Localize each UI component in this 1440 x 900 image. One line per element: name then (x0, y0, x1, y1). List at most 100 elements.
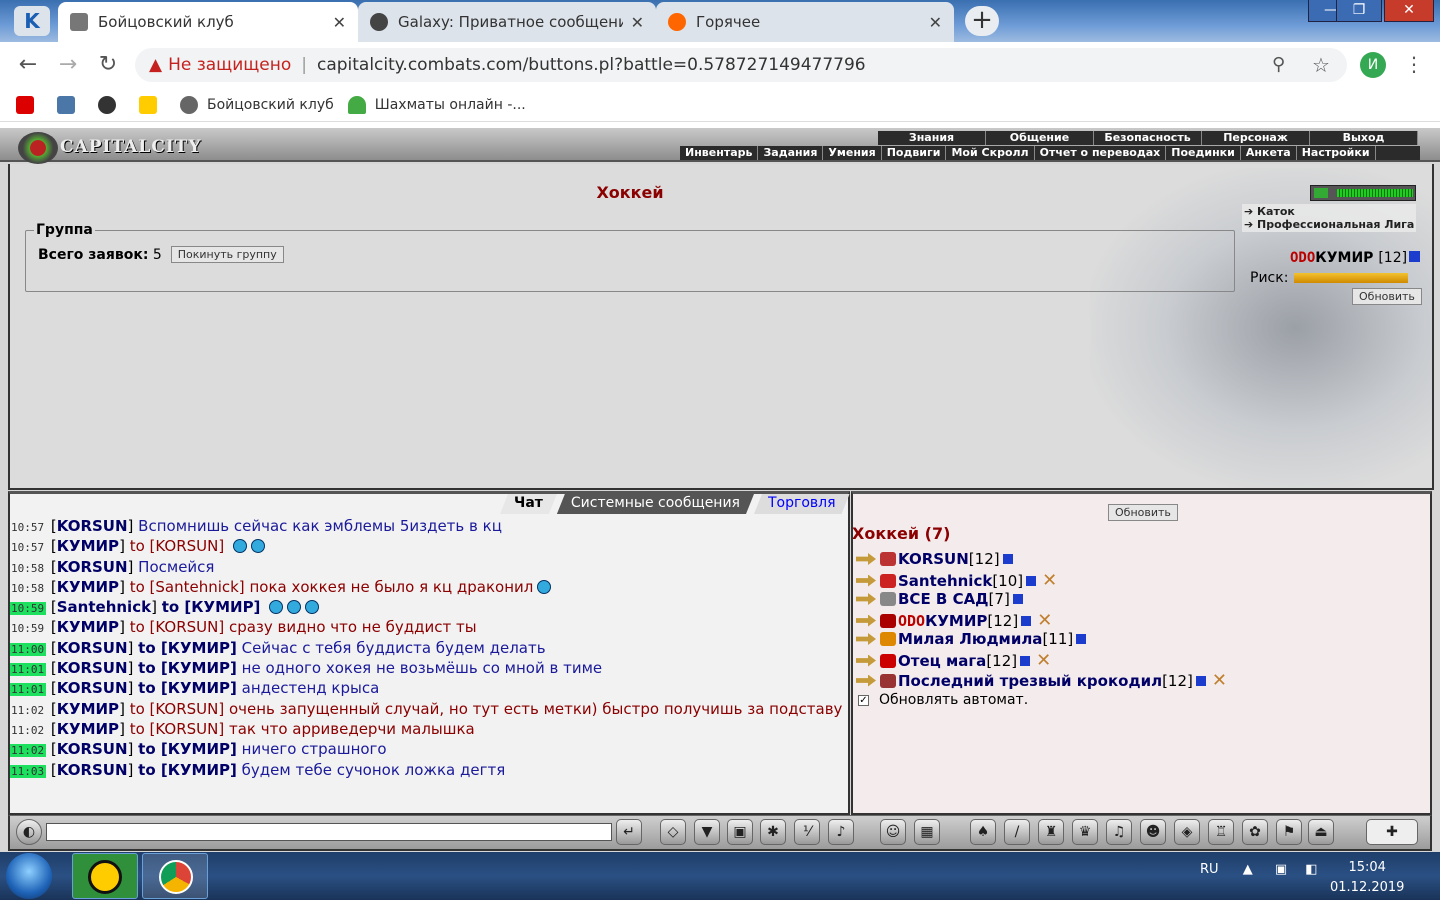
message-recipient[interactable]: to [KORSUN] (130, 700, 225, 718)
message-time[interactable]: 10:57 (10, 541, 46, 554)
message-time[interactable]: 11:00 (10, 642, 47, 656)
message-author[interactable]: KORSUN (57, 740, 128, 758)
message-time[interactable]: 10:57 (10, 521, 46, 534)
info-icon[interactable] (1195, 675, 1206, 686)
invite-arrow-icon[interactable] (856, 574, 876, 587)
message-recipient[interactable]: to [КУМИР] (138, 639, 237, 657)
checkbox-icon[interactable]: ✓ (858, 694, 869, 706)
remove-icon[interactable]: ✕ (1036, 650, 1051, 671)
message-time[interactable]: 11:02 (10, 724, 46, 737)
chat-input[interactable] (46, 823, 612, 841)
address-bar[interactable]: ▲ Не защищено | capitalcity.combats.com/… (135, 48, 1347, 82)
info-icon[interactable] (1409, 251, 1421, 262)
menu-icon[interactable]: ⋮ (1404, 52, 1424, 76)
tab-hot[interactable]: Горячее ✕ (656, 2, 954, 42)
player-name[interactable]: КУМИР (925, 612, 987, 630)
players-refresh-button[interactable]: Обновить (1108, 504, 1178, 521)
puzzle-icon[interactable]: ✚ (1366, 819, 1418, 845)
message-author[interactable]: KORSUN (57, 639, 128, 657)
tab-galaxy[interactable]: Galaxy: Приватное сообщение ✕ (358, 2, 656, 42)
stats-icon[interactable]: ▦ (914, 819, 940, 845)
invite-arrow-icon[interactable] (856, 633, 876, 645)
message-recipient[interactable]: to [Santehnick] (130, 578, 245, 596)
bookmark-rocket[interactable] (98, 95, 125, 114)
forward-icon[interactable]: → (55, 52, 81, 78)
hat-icon[interactable]: ♠ (970, 819, 996, 845)
auto-refresh-checkbox[interactable]: ✓ Обновлять автомат. (858, 692, 1028, 708)
menu-item[interactable]: Безопасность (1094, 131, 1202, 145)
tab-fight-club[interactable]: Бойцовский клуб ✕ (58, 2, 358, 42)
submenu-item[interactable]: Настройки (1297, 146, 1376, 160)
message-time[interactable]: 10:59 (10, 622, 46, 635)
close-icon[interactable]: ✕ (929, 13, 942, 32)
save-icon[interactable]: ▣ (727, 819, 753, 845)
message-author[interactable]: КУМИР (57, 537, 119, 555)
message-recipient[interactable]: to [КУМИР] (138, 679, 237, 697)
message-recipient[interactable]: to [КУМИР] (138, 740, 237, 758)
message-time[interactable]: 10:58 (10, 562, 46, 575)
sword-icon[interactable]: / (1004, 819, 1030, 845)
info-icon[interactable] (1002, 554, 1013, 564)
invite-arrow-icon[interactable] (856, 593, 876, 605)
message-recipient[interactable]: to [КУМИР] (138, 761, 237, 779)
info-icon[interactable] (1020, 655, 1031, 666)
submenu-item[interactable]: Подвиги (882, 146, 947, 160)
window-close-button[interactable]: ✕ (1384, 0, 1434, 22)
message-author[interactable]: KORSUN (57, 679, 128, 697)
player-name[interactable]: Последний трезвый крокодил (898, 672, 1162, 690)
info-icon[interactable] (1076, 634, 1087, 644)
invite-arrow-icon[interactable] (856, 654, 876, 667)
filter-icon[interactable]: ▼ (694, 819, 720, 845)
zoom-icon[interactable]: ⚲ (1272, 54, 1285, 75)
player-name[interactable]: Santehnick (898, 572, 992, 590)
sound-icon[interactable]: ♪ (828, 819, 854, 845)
message-author[interactable]: КУМИР (57, 578, 119, 596)
menu-item[interactable]: Общение (986, 131, 1094, 145)
menu-item[interactable]: Знания (878, 131, 986, 145)
message-author[interactable]: KORSUN (57, 558, 128, 576)
message-time[interactable]: 10:59 (10, 602, 47, 616)
message-recipient[interactable]: to [КУМИР] (138, 659, 237, 677)
browser-app-icon[interactable]: K (14, 6, 50, 36)
player-name[interactable]: KORSUN (898, 550, 969, 568)
send-icon[interactable]: ↵ (616, 819, 642, 845)
castle-icon[interactable]: ♖ (1208, 819, 1234, 845)
language-indicator[interactable]: RU (1200, 862, 1219, 877)
bookmark-vk[interactable] (57, 95, 84, 114)
message-recipient[interactable]: to [KORSUN] (130, 618, 225, 636)
smiley-icon[interactable]: ☺ (880, 819, 906, 845)
message-author[interactable]: KORSUN (57, 659, 128, 677)
info-icon[interactable] (1021, 615, 1032, 626)
player-name[interactable]: Отец мага (898, 652, 986, 670)
scroll-icon[interactable]: ♫ (1106, 819, 1132, 845)
leave-group-button[interactable]: Покинуть группу (170, 246, 284, 263)
remove-icon[interactable]: ✕ (1212, 670, 1227, 691)
player-name[interactable]: ODOКУМИР [12] (1290, 250, 1421, 266)
tab-chat[interactable]: Чат (500, 494, 557, 514)
reload-icon[interactable]: ↻ (95, 52, 121, 78)
volume-icon[interactable]: ◧ (1305, 862, 1317, 877)
message-time[interactable]: 11:01 (10, 663, 47, 677)
profile-avatar[interactable]: И (1360, 52, 1386, 78)
menu-item[interactable]: Выход (1310, 131, 1418, 145)
chat-mode-icon[interactable]: ◐ (16, 819, 42, 845)
mask-icon[interactable]: ☻ (1140, 819, 1166, 845)
location-link-league[interactable]: ➔ Профессиональная Лига (1244, 218, 1414, 231)
message-time[interactable]: 11:02 (10, 744, 47, 758)
eraser-icon[interactable]: ◇ (660, 819, 686, 845)
start-button[interactable] (6, 853, 52, 899)
message-author[interactable]: KORSUN (57, 761, 128, 779)
flag-icon[interactable]: ⚑ (1276, 819, 1302, 845)
submenu-item[interactable]: Инвентарь (680, 146, 759, 160)
bag-icon[interactable]: ♜ (1038, 819, 1064, 845)
back-icon[interactable]: ← (15, 52, 41, 78)
bookmark-yandex[interactable] (16, 95, 43, 114)
bookmark-tag[interactable] (139, 95, 166, 114)
remove-icon[interactable]: ✕ (1042, 570, 1057, 591)
submenu-item[interactable]: Поединки (1166, 146, 1241, 160)
submenu-item[interactable]: Умения (823, 146, 882, 160)
tab-system-messages[interactable]: Системные сообщения (557, 494, 754, 514)
taskbar-chrome[interactable] (142, 853, 208, 899)
info-icon[interactable] (1026, 575, 1037, 586)
url-text[interactable]: capitalcity.combats.com/buttons.pl?battl… (317, 55, 866, 75)
